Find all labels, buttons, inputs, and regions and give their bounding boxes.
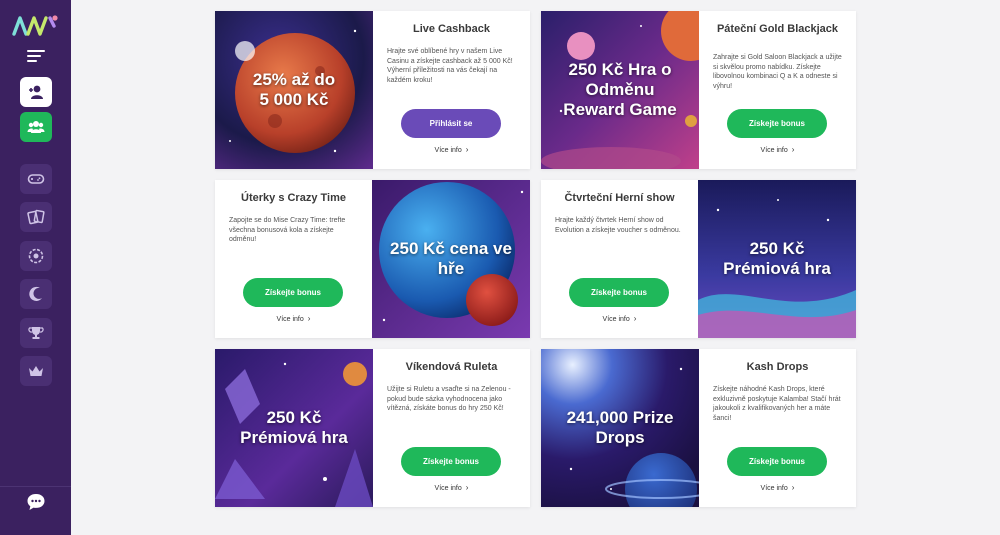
trophy-icon <box>28 327 44 339</box>
promo-headline: 250 Kč Prémiová hra <box>240 408 348 447</box>
refer-friends-button[interactable] <box>20 112 52 142</box>
games-button[interactable] <box>20 164 52 194</box>
more-info-label: Více info <box>276 316 304 323</box>
register-button[interactable] <box>20 77 52 107</box>
promo-title: Čtvrteční Herní show <box>564 192 675 204</box>
more-info-label: Více info <box>602 316 630 323</box>
get-bonus-button[interactable]: Získejte bonus <box>727 447 827 476</box>
promo-image[interactable]: 250 Kč Prémiová hra <box>698 180 856 338</box>
get-bonus-button[interactable]: Získejte bonus <box>243 278 343 307</box>
chevron-right-icon: › <box>465 145 469 154</box>
chevron-right-icon: › <box>307 314 311 323</box>
get-bonus-button[interactable]: Získejte bonus <box>569 278 669 307</box>
more-info-link[interactable]: Více info › <box>373 483 530 492</box>
chevron-right-icon: › <box>465 483 469 492</box>
promo-headline: 241,000 Prize Drops <box>566 408 674 447</box>
vip-button[interactable] <box>20 356 52 386</box>
promo-image[interactable]: 250 Kč Hra o Odměnu Reward Game <box>541 11 699 169</box>
chat-icon[interactable] <box>26 492 46 512</box>
cards-icon <box>27 209 45 225</box>
promo-description: Užijte si Ruletu a vsaďte si na Zelenou … <box>387 386 511 412</box>
promo-title: Úterky s Crazy Time <box>241 192 346 204</box>
promo-card: 241,000 Prize Drops Kash Drops Získejte … <box>541 349 856 507</box>
gamepad-icon <box>27 174 45 184</box>
get-bonus-button[interactable]: Získejte bonus <box>727 109 827 138</box>
tournaments-button[interactable] <box>20 318 52 348</box>
promo-image[interactable]: 250 Kč Prémiová hra <box>215 349 373 507</box>
more-info-link[interactable]: Více info › <box>541 314 698 323</box>
chevron-right-icon: › <box>633 314 637 323</box>
card-games-button[interactable] <box>20 202 52 232</box>
promo-headline: 250 Kč cena ve hře <box>390 239 512 278</box>
more-info-label: Více info <box>760 147 788 154</box>
menu-icon[interactable] <box>27 50 45 64</box>
crash-games-button[interactable] <box>20 279 52 309</box>
more-info-label: Více info <box>760 485 788 492</box>
promo-card: 25% až do 5 000 Kč Live Cashback Hrajte … <box>215 11 530 169</box>
crown-icon <box>29 366 43 376</box>
promo-headline: 250 Kč Prémiová hra <box>723 239 831 278</box>
more-info-link[interactable]: Více info › <box>699 483 856 492</box>
promo-description: Získejte náhodné Kash Drops, které exklu… <box>713 386 841 422</box>
promo-description: Zahrajte si Gold Saloon Blackjack a užij… <box>713 54 842 90</box>
roulette-button[interactable] <box>20 241 52 271</box>
login-button[interactable]: Přihlásit se <box>401 109 501 138</box>
promo-card: 250 Kč Hra o Odměnu Reward Game Páteční … <box>541 11 856 169</box>
promo-description: Zapojte se do Mise Crazy Time: trefte vš… <box>229 217 346 243</box>
promo-description: Hrajte každý čtvrtek Herní show od Evolu… <box>555 217 681 234</box>
moon-icon <box>29 286 42 301</box>
more-info-link[interactable]: Více info › <box>699 145 856 154</box>
promo-image[interactable]: 25% až do 5 000 Kč <box>215 11 373 169</box>
promo-description: Hrajte své oblíbené hry v našem Live Cas… <box>387 48 513 84</box>
promo-title: Live Cashback <box>412 23 491 35</box>
more-info-label: Více info <box>434 485 462 492</box>
users-icon <box>27 121 45 133</box>
sidebar <box>0 0 71 535</box>
promo-title: Víkendová Ruleta <box>405 361 498 373</box>
promo-card: Čtvrteční Herní show Hrajte každý čtvrte… <box>541 180 856 338</box>
promo-card: Úterky s Crazy Time Zapojte se do Mise C… <box>215 180 530 338</box>
promo-image[interactable]: 241,000 Prize Drops <box>541 349 699 507</box>
roulette-icon <box>28 248 44 264</box>
chevron-right-icon: › <box>791 145 795 154</box>
add-user-icon <box>29 85 43 99</box>
get-bonus-button[interactable]: Získejte bonus <box>401 447 501 476</box>
logo[interactable] <box>12 14 58 36</box>
sidebar-divider <box>0 486 71 487</box>
promo-title: Kash Drops <box>746 361 809 373</box>
promo-headline: 25% až do 5 000 Kč <box>252 70 336 109</box>
promo-title: Páteční Gold Blackjack <box>716 23 839 35</box>
more-info-link[interactable]: Více info › <box>373 145 530 154</box>
more-info-link[interactable]: Více info › <box>215 314 372 323</box>
more-info-label: Více info <box>434 147 462 154</box>
chevron-right-icon: › <box>791 483 795 492</box>
promo-image[interactable]: 250 Kč cena ve hře <box>372 180 530 338</box>
promo-card: 250 Kč Prémiová hra Víkendová Ruleta Uži… <box>215 349 530 507</box>
promo-headline: 250 Kč Hra o Odměnu Reward Game <box>563 60 677 119</box>
